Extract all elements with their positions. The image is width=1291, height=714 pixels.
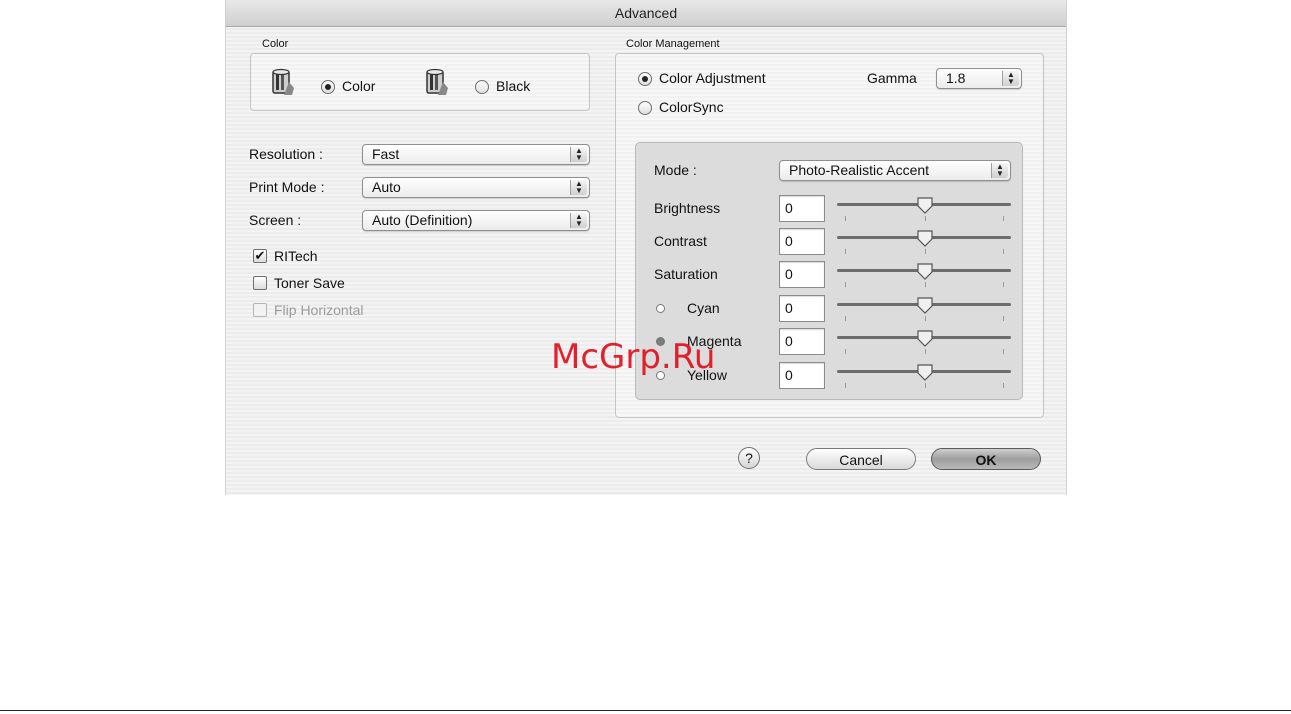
popup-arrows-icon: ▲ ▼ (1002, 71, 1019, 86)
popup-arrows-icon: ▲ ▼ (570, 180, 587, 195)
flip-horizontal-label: Flip Horizontal (274, 302, 364, 318)
toner-save-label: Toner Save (274, 275, 345, 291)
cancel-button[interactable]: Cancel (806, 448, 916, 470)
color-groupbox (250, 53, 590, 111)
watermark-text: McGrp.Ru (551, 337, 716, 377)
print-mode-label: Print Mode : (249, 179, 325, 195)
yellow-field[interactable]: 0 (779, 362, 825, 389)
cyan-slider[interactable] (837, 297, 1011, 324)
ritech-label: RITech (274, 248, 318, 264)
mode-select[interactable]: Photo-Realistic Accent ▲ ▼ (779, 160, 1011, 181)
color-adjustment-label: Color Adjustment (659, 70, 766, 86)
popup-arrows-icon: ▲ ▼ (570, 213, 587, 228)
print-mode-select[interactable]: Auto ▲ ▼ (362, 177, 590, 198)
slider-thumb-icon[interactable] (917, 230, 933, 247)
popup-arrows-icon: ▲ ▼ (991, 163, 1008, 178)
cyan-radio[interactable] (656, 304, 665, 313)
screen-select[interactable]: Auto (Definition) ▲ ▼ (362, 210, 590, 231)
flip-horizontal-checkbox (253, 303, 267, 317)
black-radio-label: Black (496, 78, 531, 94)
page-divider (0, 710, 1291, 711)
color-printer-icon (272, 68, 294, 95)
resolution-select[interactable]: Fast ▲ ▼ (362, 144, 590, 165)
window-title: Advanced (226, 0, 1066, 27)
popup-arrows-icon: ▲ ▼ (570, 147, 587, 162)
slider-thumb-icon[interactable] (917, 263, 933, 280)
help-button[interactable]: ? (738, 447, 760, 469)
gamma-select[interactable]: 1.8 ▲ ▼ (936, 68, 1022, 89)
color-group-label: Color (262, 38, 289, 50)
black-printer-icon (426, 68, 448, 95)
mode-value: Photo-Realistic Accent (789, 162, 930, 178)
screen-label: Screen : (249, 212, 302, 228)
magenta-slider[interactable] (837, 330, 1011, 357)
contrast-field[interactable]: 0 (779, 228, 825, 255)
color-radio-label: Color (342, 78, 376, 94)
cyan-field[interactable]: 0 (779, 295, 825, 322)
brightness-slider[interactable] (837, 197, 1011, 224)
brightness-label: Brightness (654, 200, 721, 216)
mode-label: Mode : (654, 162, 697, 178)
magenta-field[interactable]: 0 (779, 328, 825, 355)
cyan-label: Cyan (687, 300, 720, 316)
slider-thumb-icon[interactable] (917, 364, 933, 381)
color-management-label: Color Management (626, 38, 720, 50)
resolution-label: Resolution : (249, 146, 323, 162)
colorsync-label: ColorSync (659, 99, 724, 115)
resolution-value: Fast (372, 146, 400, 162)
ok-button[interactable]: OK (931, 448, 1041, 470)
slider-thumb-icon[interactable] (917, 197, 933, 214)
yellow-slider[interactable] (837, 364, 1011, 391)
toner-save-checkbox[interactable] (253, 276, 267, 290)
slider-thumb-icon[interactable] (917, 330, 933, 347)
color-adjustment-radio[interactable] (638, 72, 652, 86)
gamma-value: 1.8 (946, 70, 966, 86)
color-radio[interactable] (321, 80, 335, 94)
saturation-slider[interactable] (837, 263, 1011, 290)
brightness-field[interactable]: 0 (779, 195, 825, 222)
screen-value: Auto (Definition) (372, 212, 473, 228)
contrast-label: Contrast (654, 233, 707, 249)
black-radio[interactable] (475, 80, 489, 94)
ritech-checkbox[interactable]: ✔ (253, 249, 267, 263)
colorsync-radio[interactable] (638, 101, 652, 115)
saturation-field[interactable]: 0 (779, 261, 825, 288)
print-mode-value: Auto (372, 179, 401, 195)
contrast-slider[interactable] (837, 230, 1011, 257)
saturation-label: Saturation (654, 266, 718, 282)
gamma-label: Gamma (867, 70, 917, 86)
advanced-dialog: Advanced Color Color Black Resolution : … (225, 0, 1067, 495)
slider-thumb-icon[interactable] (917, 297, 933, 314)
